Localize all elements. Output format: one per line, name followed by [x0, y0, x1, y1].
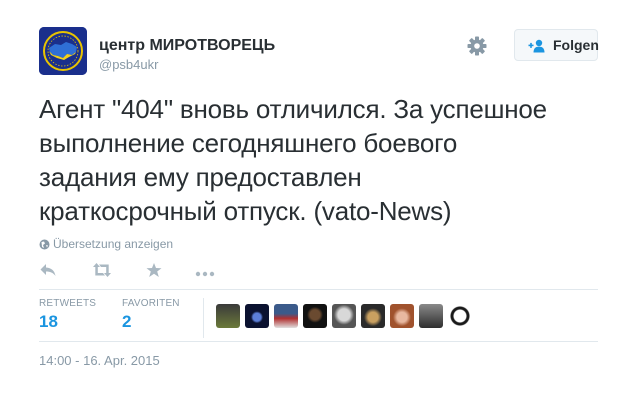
favorite-icon[interactable] [146, 262, 162, 283]
gear-icon[interactable] [466, 35, 488, 57]
tweet-timestamp[interactable]: 14:00 - 16. Apr. 2015 [39, 353, 160, 368]
follow-button-label: Folgen [553, 37, 599, 53]
retweeter-avatar[interactable] [390, 304, 414, 328]
author-handle[interactable]: @psb4ukr [99, 56, 275, 74]
retweeter-avatar[interactable] [303, 304, 327, 328]
retweeter-avatar[interactable] [274, 304, 298, 328]
retweeter-avatar[interactable] [419, 304, 443, 328]
avatar[interactable] [39, 27, 87, 75]
globe-icon [39, 239, 50, 250]
retweets-stat[interactable]: RETWEETS 18 [39, 298, 96, 332]
retweeter-avatar[interactable] [216, 304, 240, 328]
retweets-label: RETWEETS [39, 298, 97, 309]
divider [39, 341, 598, 342]
more-icon[interactable] [195, 265, 215, 283]
favorites-stat[interactable]: FAVORITEN 2 [122, 298, 180, 332]
tweet-header: центр МИРОТВОРЕЦЬ @psb4ukr Folgen [39, 27, 599, 77]
reply-icon[interactable] [39, 262, 57, 283]
translate-link[interactable]: Übersetzung anzeigen [39, 237, 173, 251]
retweet-icon[interactable] [91, 262, 113, 283]
favorites-label: FAVORITEN [122, 298, 180, 309]
retweeter-avatar[interactable] [448, 304, 472, 328]
translate-link-label: Übersetzung anzeigen [53, 237, 174, 251]
favorites-count: 2 [122, 312, 132, 331]
retweeter-avatar[interactable] [361, 304, 385, 328]
stats-separator [203, 298, 204, 338]
follow-button[interactable]: Folgen [514, 29, 599, 61]
add-user-icon [528, 39, 546, 56]
divider [39, 289, 598, 290]
author-display-name[interactable]: центр МИРОТВОРЕЦЬ [99, 36, 275, 56]
author-block: центр МИРОТВОРЕЦЬ @psb4ukr [99, 36, 275, 74]
retweeter-avatar[interactable] [245, 304, 269, 328]
tweet-text: Агент "404" вновь отличился. За успешное… [39, 94, 547, 226]
retweeter-avatar[interactable] [332, 304, 356, 328]
retweets-count: 18 [39, 312, 58, 331]
